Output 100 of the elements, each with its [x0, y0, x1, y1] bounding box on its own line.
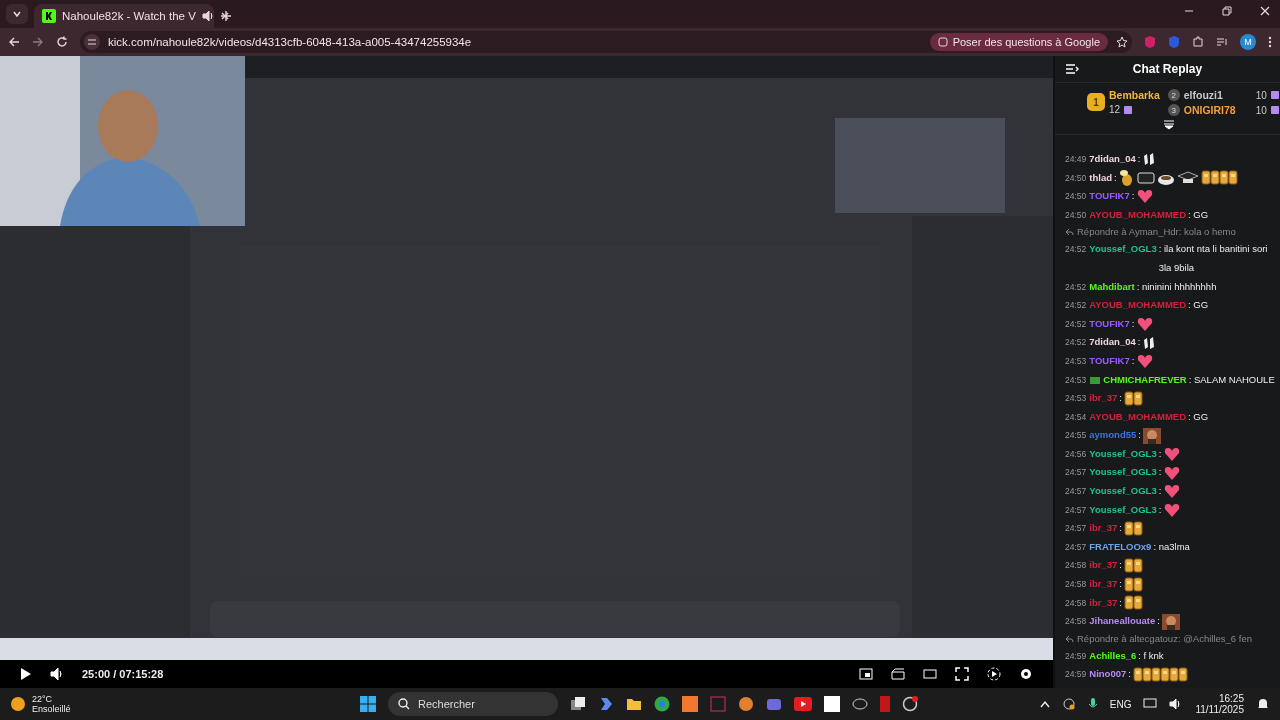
chat-message-text: : — [1119, 391, 1122, 406]
chat-username[interactable]: Youssef_OGL3 — [1089, 500, 1157, 520]
chat-message-text: : — [1138, 428, 1141, 443]
site-settings-icon[interactable] — [84, 34, 100, 50]
fullscreen-icon[interactable] — [955, 667, 969, 681]
gift-count: 10 — [1255, 89, 1267, 101]
chat-username[interactable]: Youssef_OGL3 — [1089, 482, 1157, 501]
network-icon[interactable] — [1143, 698, 1158, 710]
chevron-down-icon — [12, 9, 22, 19]
chat-message-text: : — [1128, 667, 1131, 682]
start-icon[interactable] — [360, 696, 376, 712]
chat-message-text: : — [1119, 558, 1122, 573]
chat-message-text: : — [1119, 521, 1122, 536]
gift-count: 12 — [1109, 104, 1121, 115]
reply-context: Répondre à altecgatouz: @Achilles_6 fen — [1077, 631, 1252, 646]
copilot-icon[interactable] — [598, 696, 614, 712]
meme-emote-icon — [1142, 427, 1161, 444]
profile-avatar[interactable]: M — [1240, 34, 1256, 50]
media-controls-icon[interactable] — [1216, 36, 1228, 48]
address-bar[interactable]: kick.com/nahoule82k/videos/d4313cfb-6048-413a-a005-43474255934e Poser des questions à Google — [80, 31, 1132, 53]
chat-username[interactable]: TOUFIK7 — [1089, 187, 1130, 206]
speaker-icon[interactable] — [201, 10, 214, 22]
teams-icon[interactable] — [766, 696, 782, 712]
chat-message-text: : GG — [1188, 409, 1209, 424]
chat-username[interactable]: thlad — [1089, 168, 1112, 188]
heart-emote-icon — [1136, 315, 1155, 333]
chat-timestamp: 24:52 — [1065, 336, 1087, 350]
chat-timestamp: 24:50 — [1065, 171, 1087, 185]
chat-username[interactable]: Mahdibart — [1089, 277, 1135, 297]
theater-mode-icon[interactable] — [923, 668, 937, 680]
reply-icon — [1065, 228, 1074, 237]
star-icon[interactable] — [1116, 36, 1128, 48]
chat-username[interactable]: TOUFIK7 — [1089, 351, 1130, 371]
forward-icon[interactable] — [32, 36, 44, 48]
gg-emote-icon — [1132, 666, 1189, 684]
chat-username[interactable]: Nino007 — [1089, 665, 1127, 684]
task-view-icon[interactable] — [570, 696, 586, 712]
speed-icon[interactable] — [987, 667, 1001, 681]
settings-icon[interactable] — [1019, 667, 1033, 681]
chat-username[interactable]: CHMICHAFREVER — [1103, 370, 1187, 390]
more-options-icon[interactable] — [1268, 36, 1272, 48]
play-video-icon[interactable] — [794, 697, 812, 711]
chat-timestamp: 24:59 — [1065, 668, 1087, 682]
sync-icon[interactable] — [1061, 697, 1076, 711]
play-icon — [20, 667, 32, 681]
notification-bell-icon[interactable] — [1256, 697, 1270, 711]
chat-username[interactable]: TOUFIK7 — [1089, 314, 1130, 334]
tab-search-button[interactable] — [6, 4, 28, 24]
chat-message-text: : — [1158, 484, 1162, 499]
chat-username[interactable]: Youssef_OGL3 — [1089, 240, 1157, 259]
chat-username[interactable]: aymond55 — [1089, 426, 1137, 445]
clock-date[interactable]: 11/11/2025 — [1195, 704, 1244, 715]
app-icon[interactable] — [738, 696, 754, 712]
gift-icon — [1124, 105, 1133, 114]
chat-username[interactable]: FRATELOOx9 — [1089, 537, 1152, 557]
clip-icon[interactable] — [891, 668, 905, 680]
reload-icon[interactable] — [56, 36, 68, 48]
restore-icon[interactable] — [1222, 6, 1232, 16]
chrome-icon[interactable] — [654, 696, 670, 712]
expand-leaderboard-button[interactable] — [1162, 120, 1175, 130]
chat-timestamp: 24:56 — [1065, 447, 1087, 461]
puzzle-icon[interactable] — [1192, 36, 1204, 48]
shield-extension-icon[interactable] — [1144, 35, 1156, 49]
folder-icon[interactable] — [626, 697, 642, 711]
chat-username[interactable]: Achilles_6 — [1089, 646, 1137, 666]
gg-emote-icon — [1123, 557, 1144, 575]
chat-username[interactable]: Youssef_OGL3 — [1089, 444, 1157, 464]
back-icon[interactable] — [8, 36, 20, 48]
leaderboard-name: elfouzi1 — [1183, 89, 1224, 101]
reply-context: Répondre à Ayman_Hdr: kola o hemo — [1077, 225, 1236, 240]
collapse-chat-icon[interactable] — [1065, 63, 1079, 75]
chat-timestamp: 24:52 — [1065, 317, 1087, 331]
weather-temperature: 22°C — [32, 694, 54, 704]
clock-time[interactable]: 16:25 — [1218, 693, 1244, 704]
chat-timestamp: 24:57 — [1065, 466, 1087, 480]
chat-timestamp: 24:53 — [1065, 392, 1087, 406]
chevron-up-icon[interactable] — [1039, 700, 1050, 708]
gift-count: 10 — [1255, 104, 1267, 116]
chat-timestamp: 24:57 — [1065, 485, 1087, 499]
chat-message-text: : — [1119, 577, 1122, 592]
picture-in-picture-icon[interactable] — [859, 668, 873, 680]
chat-timestamp: 24:57 — [1065, 503, 1087, 517]
volume-button[interactable] — [50, 667, 64, 681]
ask-google-button[interactable]: Poser des questions à Google — [929, 33, 1108, 51]
chat-message-text: : — [1131, 353, 1135, 368]
search-field[interactable]: Rechercher — [388, 692, 558, 716]
rank-badge: 3 — [1167, 104, 1180, 116]
chat-message-text: : nininini hhhhhhhh — [1136, 279, 1217, 294]
chat-timestamp: 24:54 — [1065, 410, 1087, 424]
sticker-emote-icon — [1136, 170, 1155, 185]
leaderboard-name: Bembarka — [1109, 89, 1160, 101]
chat-title: Chat Replay — [1131, 62, 1204, 76]
chat-message-text: : — [1158, 465, 1162, 480]
chat-username[interactable]: 7didan_04 — [1089, 333, 1136, 352]
language-indicator[interactable]: ENG — [1109, 698, 1132, 710]
chat-username[interactable]: Youssef_OGL3 — [1089, 463, 1157, 483]
chat-username[interactable]: Jihaneallouate — [1089, 612, 1156, 631]
chat-username[interactable]: 7didan_04 — [1089, 149, 1136, 169]
hands-emote-icon — [1142, 151, 1157, 168]
play-button[interactable] — [20, 667, 32, 681]
